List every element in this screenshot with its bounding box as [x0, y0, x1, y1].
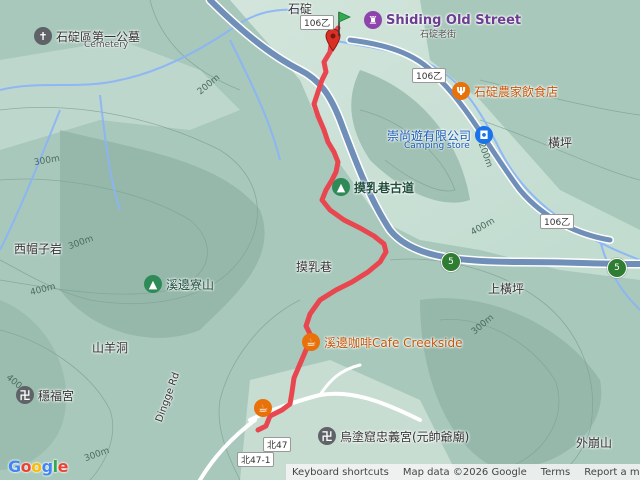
cafe-icon: ☕ [302, 333, 320, 351]
hiking-icon: ▲ [144, 275, 162, 293]
poi-label: 穩福宮 [38, 388, 75, 403]
poi-sublabel: 石碇老街 [420, 30, 457, 40]
place-label: 山羊洞 [92, 341, 129, 355]
google-logo: Google [8, 457, 68, 476]
poi-xibian-mountain[interactable]: ▲ 溪邊寮山 [144, 275, 214, 293]
highway-shield-icon: 5 [607, 258, 627, 278]
keyboard-shortcuts-link[interactable]: Keyboard shortcuts [292, 467, 389, 478]
poi-label: 石碇農家飲食店 [474, 84, 559, 99]
poi-cafe-end[interactable]: ☕ [254, 399, 272, 417]
poi-sublabel: Cemetery [84, 40, 129, 50]
shopping-bag-icon: ◘ [475, 126, 494, 144]
poi-wutu-temple[interactable]: 卍 烏塗窟忠義宮(元帥爺廟) [318, 427, 469, 445]
temple-icon: 卍 [16, 386, 34, 404]
flag-icon[interactable] [336, 10, 352, 38]
terms-link[interactable]: Terms [541, 467, 570, 478]
map-canvas[interactable]: 200m 300m 400m 300m 400m 200m 300m 400m … [0, 0, 640, 480]
map-data-attribution: Map data ©2026 Google [402, 466, 527, 478]
temple-icon: 卍 [318, 427, 336, 445]
poi-trail[interactable]: ▲ 摸乳巷古道 [332, 178, 414, 196]
road-label: 106乙 [300, 15, 335, 30]
road-label: 106乙 [412, 68, 447, 83]
poi-sublabel: Camping store [404, 141, 470, 151]
terrain-layer [0, 0, 640, 480]
poi-label: 溪邊寮山 [166, 277, 215, 292]
mountain-icon [0, 244, 10, 254]
cafe-icon: ☕ [254, 399, 272, 417]
poi-label: 烏塗窟忠義宮(元帥爺廟) [340, 429, 470, 444]
poi-cafe[interactable]: ☕ 溪邊咖啡Cafe Creekside [302, 333, 463, 351]
report-error-link[interactable]: Report a map error [584, 467, 640, 478]
poi-restaurant[interactable]: Ψ 石碇農家飲食店 [452, 82, 558, 100]
road-label: 106乙 [540, 214, 575, 229]
road-label: 北47-1 [237, 452, 275, 467]
poi-label: Shiding Old Street [386, 12, 522, 28]
highway-shield-icon: 5 [441, 252, 461, 272]
place-label: 上橫坪 [488, 282, 525, 296]
cemetery-icon: ✝ [34, 27, 52, 45]
place-label: 外崩山 [576, 436, 613, 450]
hiking-icon: ▲ [332, 178, 350, 196]
map-footer: Keyboard shortcuts Map data ©2026 Google… [286, 464, 640, 480]
poi-label: 西帽子岩 [14, 242, 63, 256]
place-label: 摸乳巷 [296, 260, 333, 274]
place-label: 橫坪 [548, 136, 573, 150]
poi-label: 摸乳巷古道 [354, 180, 415, 195]
poi-wenfu-temple[interactable]: 卍 穩福宮 [16, 386, 74, 404]
poi-ximaozi[interactable]: 西帽子岩 [0, 240, 62, 257]
road-label: 北47 [263, 437, 292, 452]
landmark-icon: ♜ [364, 11, 382, 29]
poi-label: 溪邊咖啡Cafe Creekside [324, 335, 463, 350]
restaurant-icon: Ψ [452, 82, 470, 100]
